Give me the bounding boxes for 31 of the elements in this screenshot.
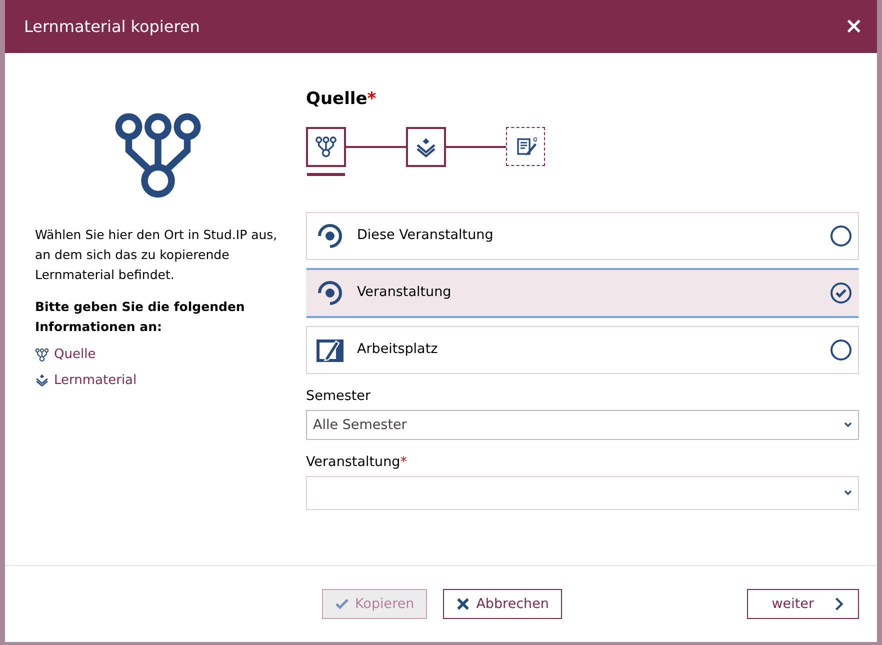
description-text: Wählen Sie hier den Ort in Stud.IP aus, an dem sich das zu kopierende Lernmaterial befindet. <box>35 226 278 284</box>
select-field[interactable] <box>306 476 859 510</box>
step-title: Quelle* <box>306 88 378 111</box>
check-icon <box>335 597 349 611</box>
sidebar-link[interactable]: Lernmaterial <box>35 370 280 390</box>
document-edit-icon <box>514 135 536 157</box>
radio-icon <box>830 224 852 246</box>
step-button[interactable] <box>506 126 545 166</box>
close-button[interactable]: × <box>844 16 863 38</box>
step-button[interactable] <box>406 126 446 166</box>
info-heading: Bitte geben Sie die folgenden Informationen an: <box>35 298 246 336</box>
layers-icon <box>35 373 49 388</box>
source-option[interactable]: Veranstaltung <box>306 268 859 318</box>
select-field[interactable]: Alle Semester <box>306 410 859 440</box>
checked-radio-icon <box>830 282 852 304</box>
caret-icon <box>844 490 852 496</box>
x-icon <box>456 597 470 611</box>
dialog-title: Lernmaterial kopieren <box>24 16 200 38</box>
sidebar-link[interactable]: Quelle <box>35 345 280 364</box>
field-label: Veranstaltung* <box>306 452 408 472</box>
radio-icon <box>830 338 852 360</box>
field-label: Semester <box>306 386 372 406</box>
source-option[interactable]: Diese Veranstaltung <box>306 212 859 260</box>
layers-icon <box>415 136 437 158</box>
caret-icon <box>844 422 852 428</box>
network-icon <box>35 348 49 362</box>
network-icon <box>315 136 337 158</box>
dialog-button[interactable]: weiter <box>746 589 859 619</box>
step-button[interactable] <box>306 126 346 166</box>
source-option[interactable]: Arbeitsplatz <box>306 326 859 374</box>
dialog-button[interactable]: Abbrechen <box>443 589 562 619</box>
